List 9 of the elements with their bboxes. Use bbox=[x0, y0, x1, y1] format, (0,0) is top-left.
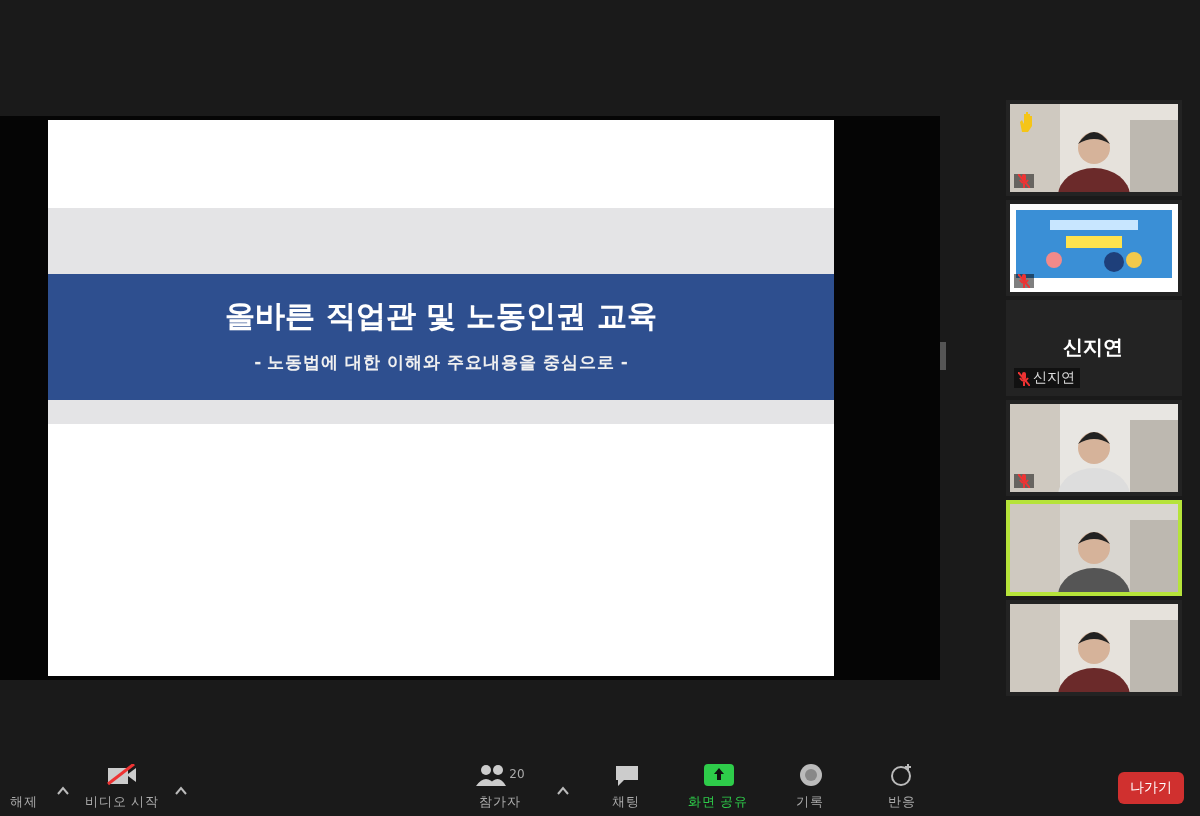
slide-title: 올바른 직업관 및 노동인권 교육 bbox=[225, 298, 657, 336]
slide-subtitle: - 노동법에 대한 이해와 주요내용을 중심으로 - bbox=[254, 352, 628, 376]
chat-icon bbox=[613, 764, 639, 786]
participant-name: 신지연 bbox=[1063, 336, 1123, 362]
people-icon bbox=[475, 764, 506, 786]
video-off-icon bbox=[106, 764, 138, 786]
caret-icon[interactable] bbox=[556, 785, 570, 795]
caret-icon[interactable] bbox=[174, 785, 188, 795]
caret-icon[interactable] bbox=[56, 785, 70, 795]
